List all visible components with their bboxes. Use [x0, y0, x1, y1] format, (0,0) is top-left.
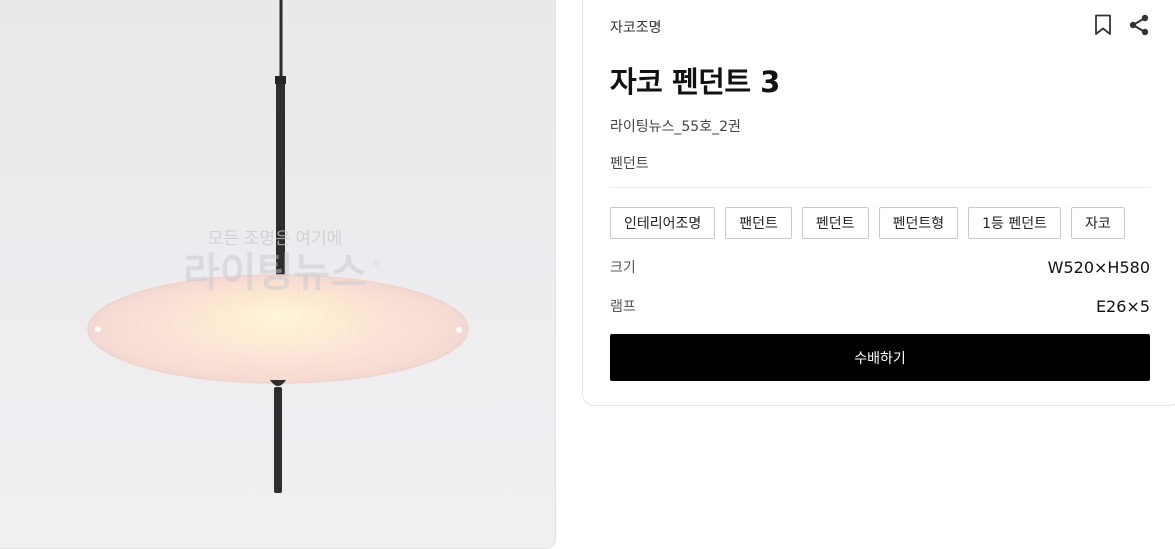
tag-chip[interactable]: 팬던트 [725, 207, 792, 239]
tag-chip[interactable]: 자코 [1070, 207, 1125, 239]
product-source: 라이팅뉴스_55호_2권 [610, 119, 741, 135]
tag-chip[interactable]: 펜던트형 [878, 207, 959, 239]
tag-chip[interactable]: 펜던트 [801, 207, 869, 239]
order-button[interactable]: 수배하기 [610, 334, 1150, 381]
spec-size-label: 크기 [610, 260, 636, 276]
tag-list: 인테리어조명 팬던트 펜던트 펜던트형 1등 펜던트 자코 [610, 207, 1125, 239]
spec-row-lamp: 램프 E26×5 [610, 296, 1150, 316]
product-category: 펜던트 [610, 156, 649, 172]
tag-chip[interactable]: 1등 펜던트 [968, 207, 1061, 239]
spec-lamp-label: 램프 [610, 299, 636, 315]
pendant-lamp-photo: 모든 조명은 여기에 라이팅뉴스 ® [87, 0, 469, 493]
product-actions [1092, 13, 1150, 37]
product-title: 자코 펜던트 3 [610, 65, 780, 99]
product-detail-page: 모든 조명은 여기에 라이팅뉴스 ® 자코조명 자코 펜던트 3 라이팅뉴스_5… [0, 0, 1175, 549]
share-icon[interactable] [1128, 13, 1150, 37]
brand-name[interactable]: 자코조명 [610, 17, 662, 37]
bookmark-icon[interactable] [1092, 13, 1114, 37]
svg-text:®: ® [373, 258, 381, 269]
watermark-logo: 라이팅뉴스 [183, 251, 367, 295]
spec-size-value: W520×H580 [1047, 257, 1150, 277]
product-info-card: 자코조명 자코 펜던트 3 라이팅뉴스_55호_2권 펜던트 인테리어조명 팬던… [582, 0, 1175, 406]
spec-row-size: 크기 W520×H580 [610, 257, 1150, 277]
spec-lamp-value: E26×5 [1095, 296, 1150, 316]
watermark-tagline: 모든 조명은 여기에 [208, 229, 343, 248]
product-image[interactable]: 모든 조명은 여기에 라이팅뉴스 ® [0, 0, 556, 549]
tag-chip[interactable]: 인테리어조명 [610, 207, 716, 239]
divider [610, 187, 1150, 188]
